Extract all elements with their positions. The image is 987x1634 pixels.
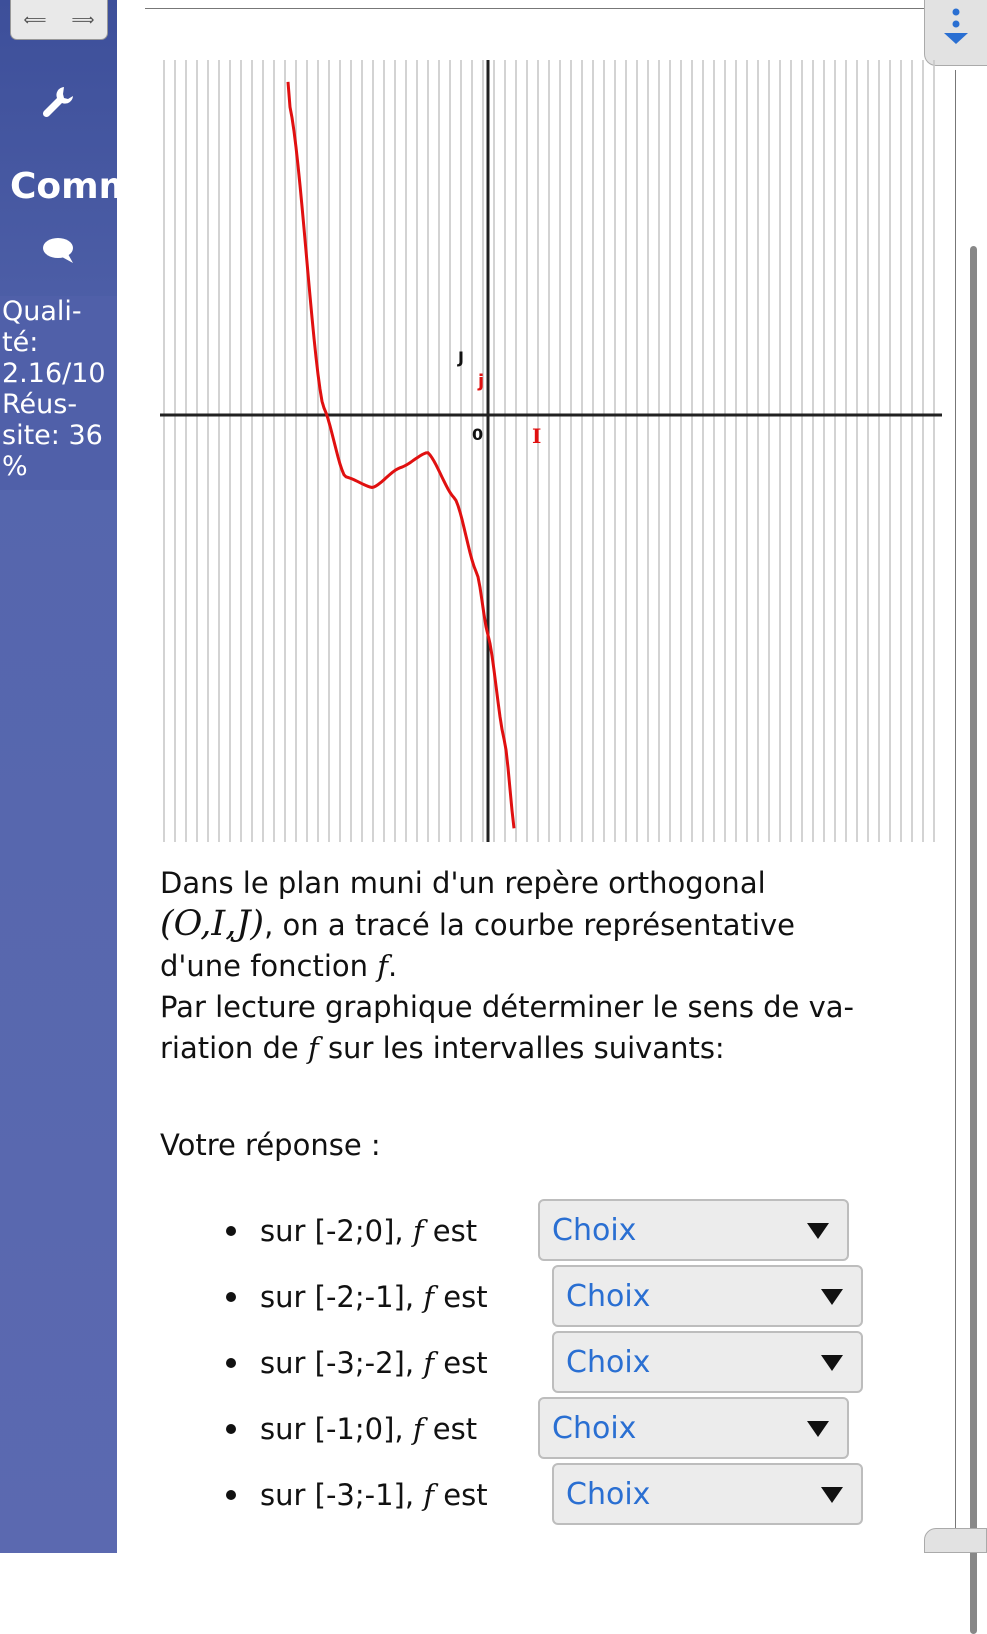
quality-label: Quali-: [2, 296, 82, 327]
forward-arrow-icon[interactable]: ⟹: [72, 11, 95, 28]
back-arrow-icon[interactable]: ⟸: [24, 11, 47, 28]
stats-panel: Quali- té: 2.16/10 Réus- site: 36 %: [0, 296, 117, 490]
section-title: Comm: [10, 166, 117, 207]
frame-right-border: [955, 70, 956, 1553]
j-label: J: [457, 348, 464, 367]
choice-select-3[interactable]: Choix: [552, 1331, 863, 1393]
answer-label: Votre réponse :: [160, 1128, 381, 1162]
i-label: I: [532, 424, 541, 448]
origin-label: 0: [472, 425, 483, 444]
choice-select-5[interactable]: Choix: [552, 1463, 863, 1525]
answer-item: sur [-3;-1], f est: [226, 1464, 488, 1526]
dropdown-arrow-icon: [821, 1289, 843, 1305]
success-label: Réus-: [2, 389, 78, 420]
bullet: [226, 1490, 236, 1500]
sidebar: ⟸ ⟹ Comm Quali- té: 2.16/10 Réus- site: …: [0, 0, 117, 1553]
j-vector-label: j: [477, 371, 484, 392]
bottom-tab[interactable]: [924, 1528, 987, 1553]
statement-line-2-text: , on a tracé la courbe représentative: [264, 908, 795, 942]
comment-icon[interactable]: [40, 236, 76, 264]
menu-tab[interactable]: [924, 0, 987, 66]
scrollbar[interactable]: [970, 246, 977, 1634]
dropdown-arrow-icon: [821, 1355, 843, 1371]
quality-label-cont: té:: [2, 327, 39, 358]
choice-select-2[interactable]: Choix: [552, 1265, 863, 1327]
answer-item: sur [-2;0], f est: [226, 1200, 477, 1262]
answer-item: sur [-3;-2], f est: [226, 1332, 488, 1394]
problem-statement: Dans le plan muni d'un repère orthogonal…: [160, 864, 950, 1068]
function-curve: [286, 81, 516, 829]
statement-line-1: Dans le plan muni d'un repère orthogonal: [160, 866, 766, 900]
success-value: site: 36: [2, 420, 103, 451]
statement-line-4: Par lecture graphique déterminer le sens…: [160, 990, 855, 1024]
answer-item: sur [-2;-1], f est: [226, 1266, 488, 1328]
dropdown-arrow-icon: [807, 1421, 829, 1437]
statement-line-5: riation de f sur les intervalles suivant…: [160, 1031, 725, 1065]
bullet: [226, 1424, 236, 1434]
function-name: f: [377, 949, 388, 983]
menu-dots-icon[interactable]: [925, 0, 987, 66]
dropdown-arrow-icon: [807, 1223, 829, 1239]
quality-value: 2.16/10: [2, 358, 106, 389]
statement-line-2: (O,I,J), on a tracé la courbe représenta…: [160, 905, 950, 945]
nav-arrows[interactable]: ⟸ ⟹: [10, 0, 108, 40]
answer-item: sur [-1;0], f est: [226, 1398, 477, 1460]
function-graph: J j 0 I: [160, 60, 942, 842]
graph-grid: [163, 60, 935, 842]
success-unit: %: [2, 451, 28, 482]
dropdown-arrow-icon: [821, 1487, 843, 1503]
wrench-icon[interactable]: [40, 84, 76, 120]
choice-select-1[interactable]: Choix: [538, 1199, 849, 1261]
choice-select-4[interactable]: Choix: [538, 1397, 849, 1459]
frame-top-border: [145, 8, 957, 9]
bullet: [226, 1358, 236, 1368]
bullet: [226, 1292, 236, 1302]
frame-notation: (O,I,J): [160, 904, 265, 944]
bullet: [226, 1226, 236, 1236]
statement-line-3: d'une fonction f.: [160, 949, 398, 983]
